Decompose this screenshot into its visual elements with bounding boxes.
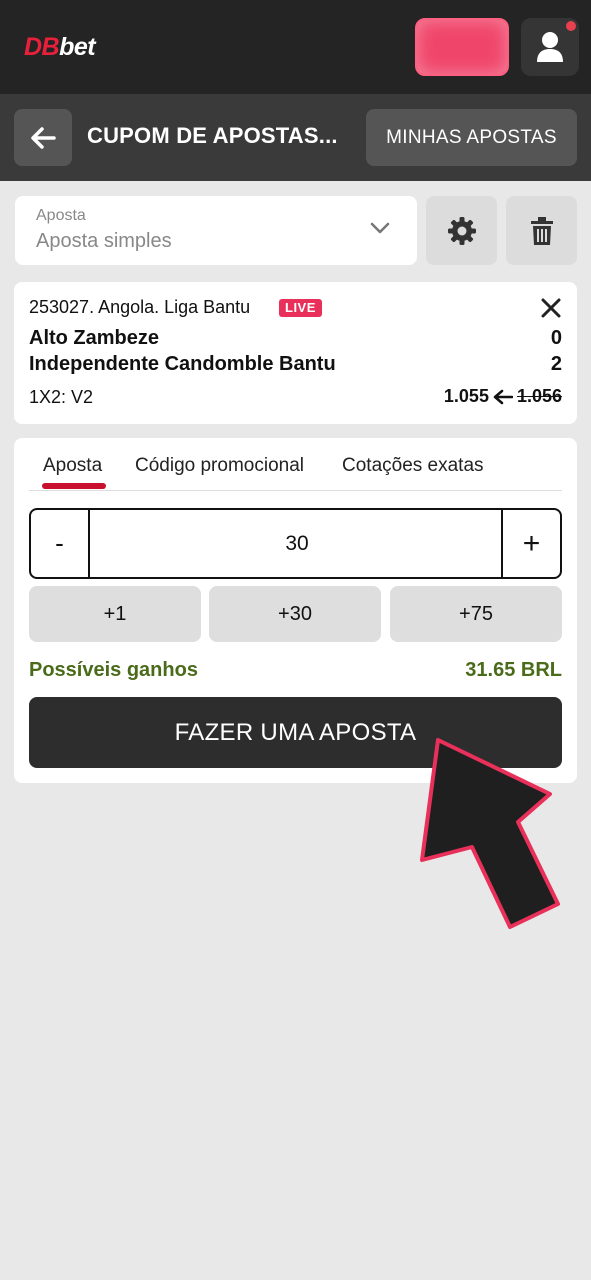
bet-type-value: Aposta simples — [36, 230, 172, 252]
tab-promo-code[interactable]: Código promocional — [135, 455, 304, 477]
settings-button[interactable] — [426, 196, 497, 265]
league-name: 253027. Angola. Liga Bantu — [29, 297, 251, 317]
quick-amount-button[interactable]: +75 — [390, 586, 562, 642]
chevron-down-icon — [370, 222, 390, 234]
coupon-header: CUPOM DE APOSTAS... MINHAS APOSTAS — [0, 94, 591, 181]
event-card: 253027. Angola. Liga Bantu LIVE Alto Zam… — [14, 282, 577, 424]
away-team: Independente Candomble Bantu — [29, 353, 336, 375]
trash-icon — [531, 217, 553, 245]
quick-amount-button[interactable]: +30 — [209, 586, 381, 642]
live-badge: LIVE — [279, 299, 322, 317]
away-score: 2 — [550, 353, 562, 375]
possible-winnings-label: Possíveis ganhos — [29, 659, 198, 681]
home-score: 0 — [550, 327, 562, 349]
bet-type-label: Aposta — [36, 207, 86, 224]
close-icon[interactable] — [541, 298, 561, 318]
quick-amount-button[interactable]: +1 — [29, 586, 201, 642]
arrow-left-icon — [31, 127, 56, 149]
my-bets-button[interactable]: MINHAS APOSTAS — [366, 109, 577, 166]
dbbet-logo[interactable]: DBbet — [24, 33, 96, 62]
back-button[interactable] — [14, 109, 72, 166]
active-tab-indicator — [42, 483, 106, 489]
notification-dot — [566, 21, 576, 31]
delete-button[interactable] — [506, 196, 577, 265]
tab-stake[interactable]: Aposta — [43, 455, 102, 477]
market-label: 1X2: V2 — [29, 387, 94, 407]
tab-divider — [29, 490, 562, 491]
bet-type-select[interactable]: Aposta Aposta simples — [15, 196, 417, 265]
old-odds: 1.056 — [516, 386, 562, 406]
new-odds: 1.055 — [443, 386, 489, 406]
arrow-left-icon — [493, 389, 513, 404]
increase-stake-button[interactable]: + — [501, 510, 560, 577]
gear-icon — [448, 217, 476, 245]
deposit-button[interactable] — [415, 18, 509, 76]
tab-exact-odds[interactable]: Cotações exatas — [342, 455, 484, 477]
top-bar: DBbet — [0, 0, 591, 94]
user-icon — [537, 32, 563, 62]
home-team: Alto Zambeze — [29, 327, 160, 349]
decrease-stake-button[interactable]: - — [31, 510, 90, 577]
pointer-arrow-icon — [420, 738, 560, 929]
odds-change: 1.055 1.056 — [444, 386, 562, 407]
page-title: CUPOM DE APOSTAS... — [87, 123, 338, 148]
stake-stepper: - 30 + — [29, 508, 562, 579]
stake-input[interactable]: 30 — [91, 510, 503, 577]
possible-winnings-value: 31.65 BRL — [465, 659, 562, 681]
